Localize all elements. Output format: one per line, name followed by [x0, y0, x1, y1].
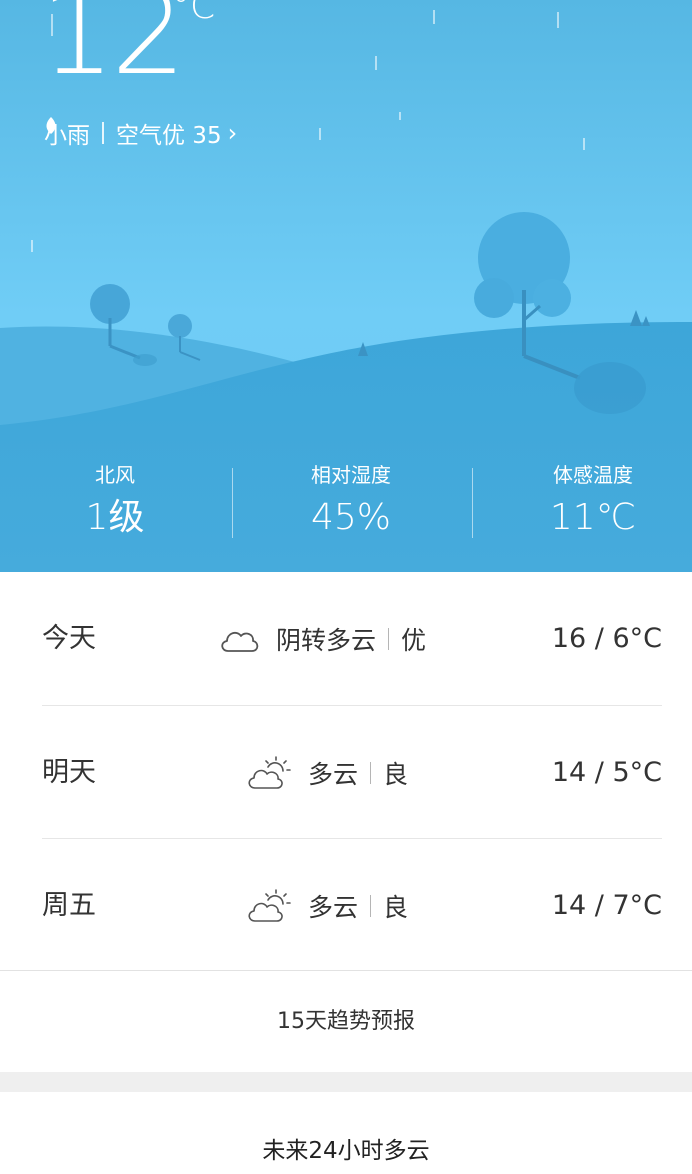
forecast-condition-text: 阴转多云	[276, 625, 377, 655]
divider	[472, 468, 473, 538]
stat-label: 北风	[95, 463, 135, 487]
forecast-temps: 14 / 7°C	[551, 890, 662, 921]
forecast-day: 周五	[42, 890, 96, 921]
trend-forecast-link[interactable]: 15天趋势预报	[0, 972, 692, 1072]
stat-value: 1级	[85, 497, 145, 538]
forecast-condition: 多云 良	[246, 839, 408, 972]
forecast-aqi: 良	[383, 892, 409, 922]
forecast-condition-text: 多云	[308, 759, 359, 789]
stat-label: 相对湿度	[311, 463, 391, 487]
stat-value: 11℃	[549, 497, 637, 538]
stat-label: 体感温度	[553, 463, 633, 487]
next-24h-summary: 未来24小时多云	[262, 1138, 430, 1164]
stat-value: 45%	[310, 497, 391, 538]
chevron-right-icon[interactable]: ›	[228, 119, 238, 147]
separator	[370, 894, 372, 917]
forecast-aqi: 良	[383, 759, 409, 789]
forecast-row-tomorrow[interactable]: 明天 多云 良 14 / 5°C	[42, 706, 662, 839]
forecast-condition: 阴转多云 优	[218, 572, 426, 705]
stat-feels-like: 体感温度 11℃	[478, 458, 692, 544]
weather-stats: 北风 1级 相对湿度 45% 体感温度 11℃	[0, 458, 692, 548]
section-divider	[0, 970, 692, 971]
forecast-day: 明天	[42, 757, 96, 788]
forecast-aqi: 优	[401, 625, 427, 655]
weather-hero: 12 °C 小雨 空气优 35 › 北风 1级 相对湿度 45% 体感温度 11…	[0, 0, 692, 572]
forecast-condition: 多云 良	[246, 706, 408, 839]
stat-humidity: 相对湿度 45%	[236, 458, 466, 544]
current-temperature: 12	[40, 0, 186, 101]
forecast-day: 今天	[42, 623, 96, 654]
leaf-icon	[46, 117, 56, 134]
stat-wind: 北风 1级	[0, 458, 230, 544]
separator	[370, 761, 372, 784]
partly-cloudy-icon	[248, 755, 291, 789]
section-gap	[0, 1072, 692, 1092]
cloud-icon	[221, 631, 259, 652]
forecast-row-friday[interactable]: 周五 多云 良 14 / 7°C	[42, 839, 662, 972]
separator	[388, 627, 390, 650]
forecast-temps: 16 / 6°C	[551, 623, 662, 654]
forecast-temps: 14 / 5°C	[551, 757, 662, 788]
forecast-condition-text: 多云	[308, 892, 359, 922]
temperature-unit: °C	[172, 0, 216, 27]
divider	[232, 468, 233, 538]
forecast-row-today[interactable]: 今天 阴转多云 优 16 / 6°C	[42, 572, 662, 705]
partly-cloudy-icon	[248, 888, 291, 922]
current-condition-line[interactable]: 小雨 空气优 35 ›	[44, 116, 237, 150]
air-quality-label[interactable]: 空气优 35	[116, 116, 222, 150]
separator	[102, 122, 104, 144]
